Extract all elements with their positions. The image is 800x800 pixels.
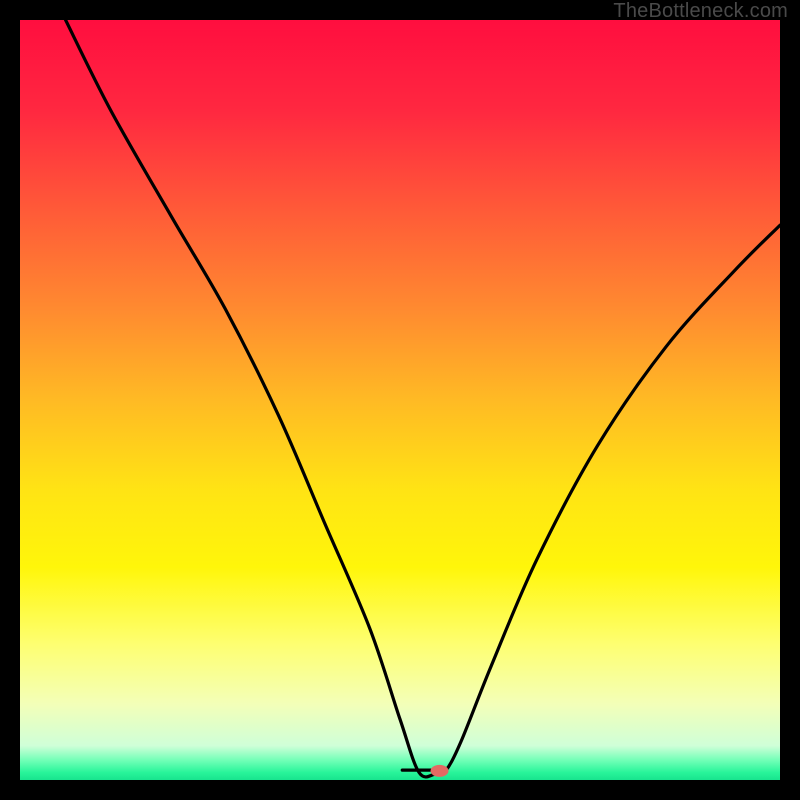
chart-frame: TheBottleneck.com [0,0,800,800]
bottleneck-chart [20,20,780,780]
chart-background [20,20,780,780]
optimal-marker [431,765,449,777]
